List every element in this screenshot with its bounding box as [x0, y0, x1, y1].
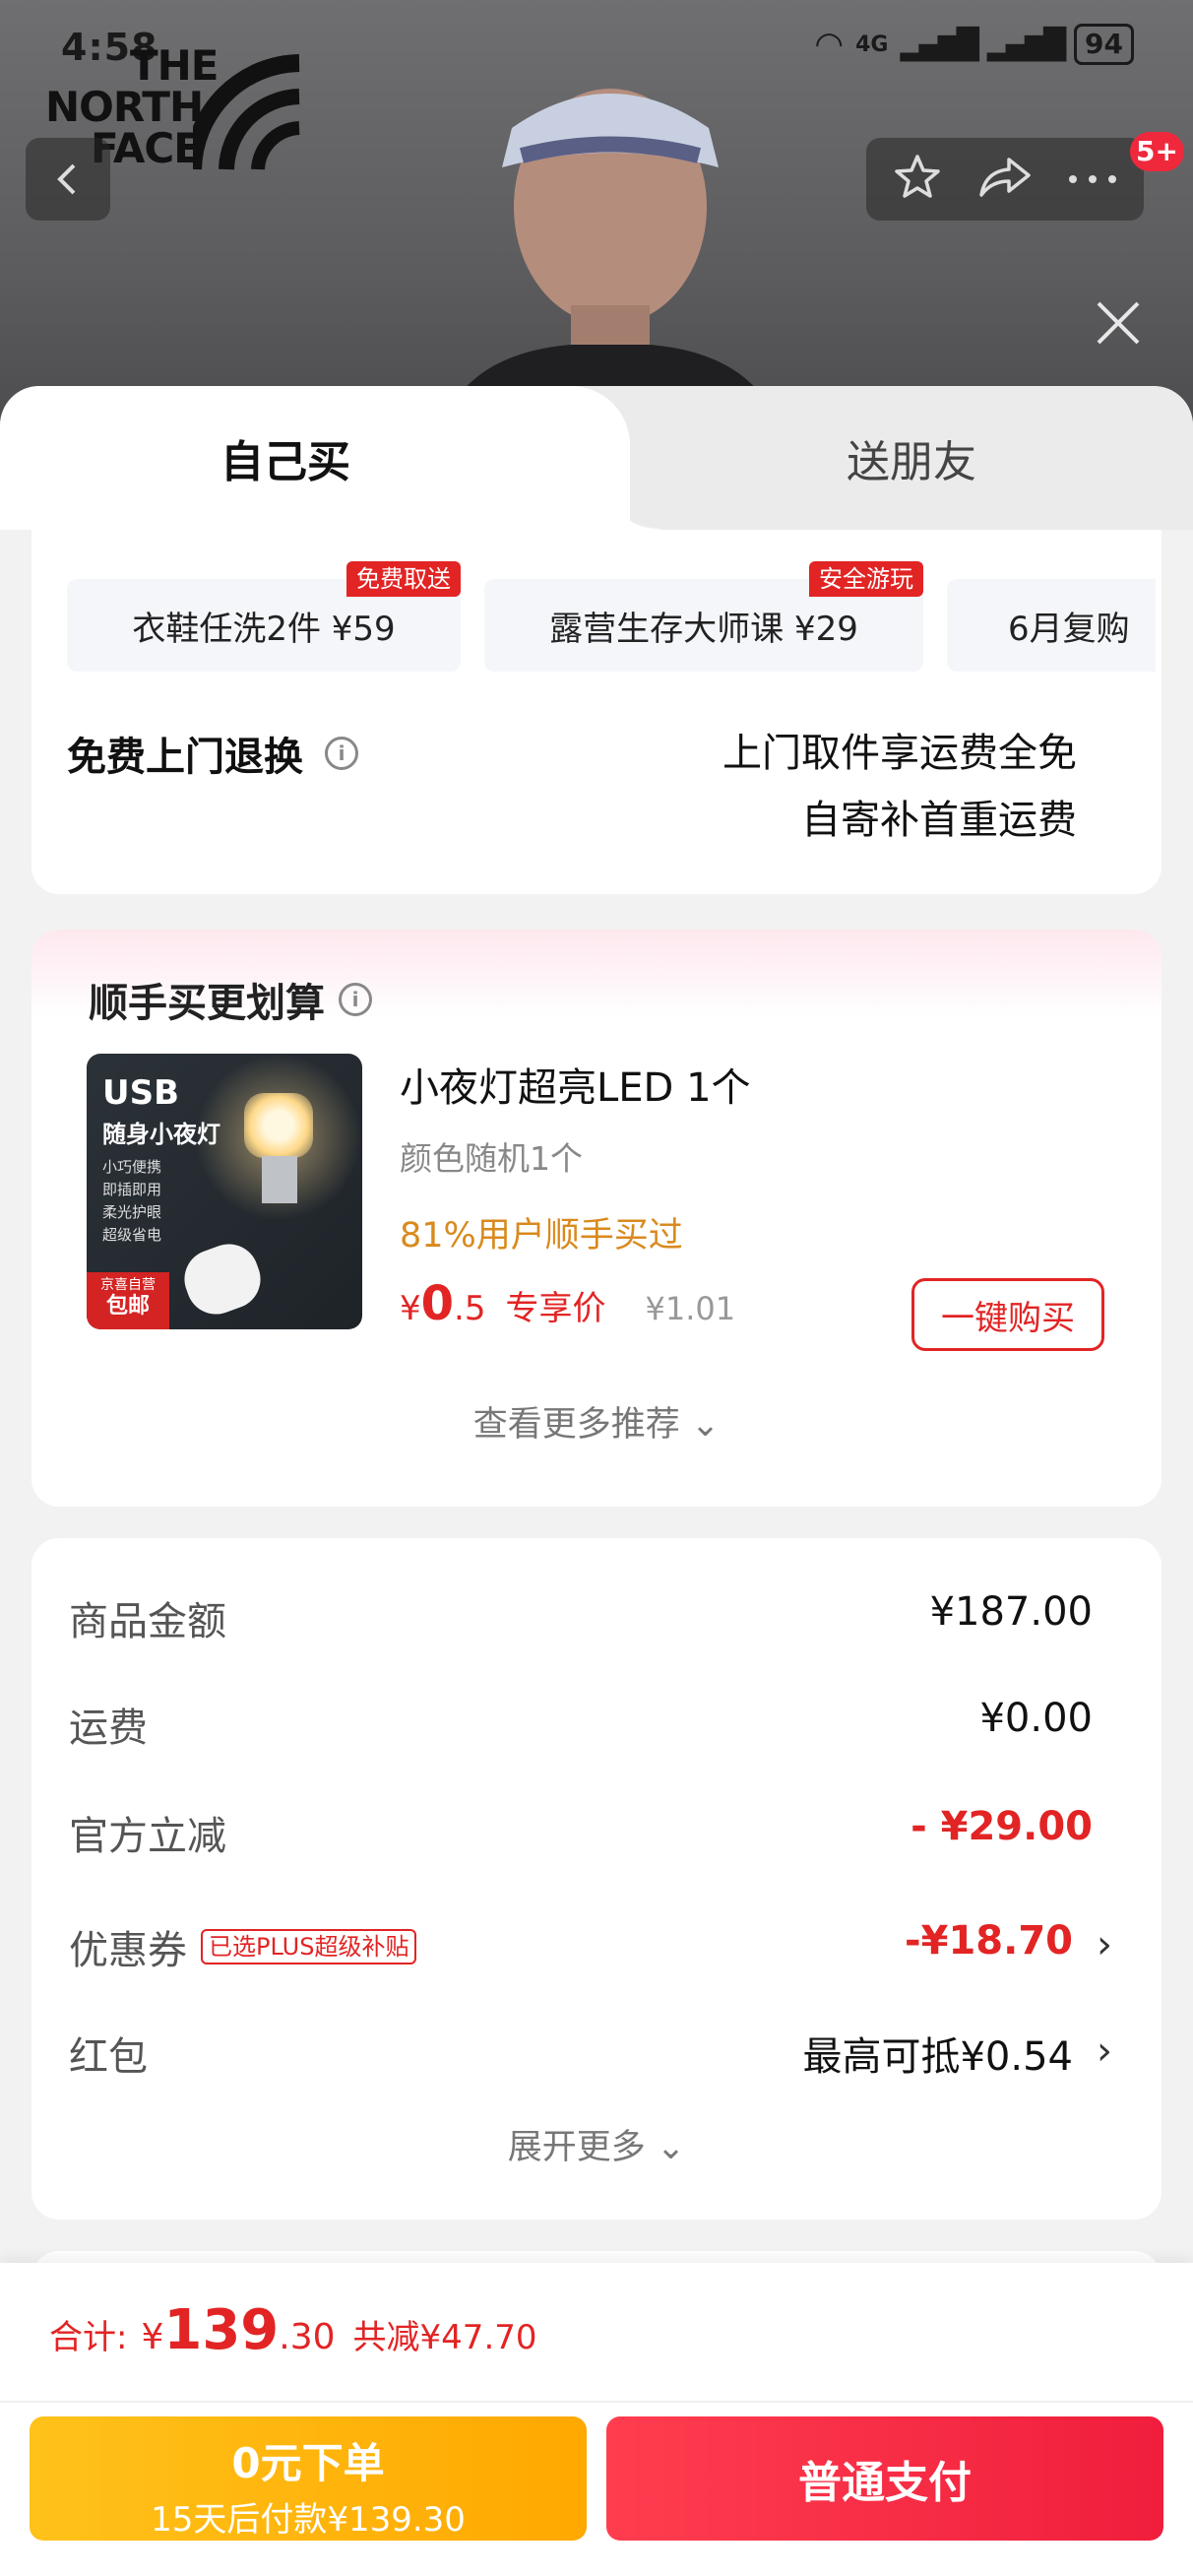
services-card: 衣鞋任洗2件 ¥59 免费取送 露营生存大师课 ¥29 安全游玩 6月复购 免费…: [31, 530, 1162, 894]
service-camping-label: 露营生存大师课 ¥29: [549, 609, 858, 649]
summary-row-shipping: 运费 ¥0.00: [69, 1696, 1093, 1751]
purchase-mode-tabs: 自己买 送朋友: [0, 386, 1193, 530]
addon-bought-stat: 81%用户顺手买过: [400, 1216, 683, 1256]
back-button[interactable]: [26, 138, 110, 221]
exclusive-price-label: 专享价: [505, 1289, 606, 1328]
image-shipping-tag: 京喜自营 包邮: [87, 1272, 169, 1329]
top-actions: [866, 138, 1144, 221]
pay-later-button[interactable]: 0元下单 15天后付款¥139.30: [30, 2416, 587, 2541]
chevron-right-icon: ›: [1097, 1922, 1112, 1967]
plus-subsidy-tag: 已选PLUS超级补贴: [201, 1929, 417, 1964]
free-return-line-1: 上门取件享运费全免: [722, 731, 1077, 776]
checkout-sheet: 自己买 送朋友 衣鞋任洗2件 ¥59 免费取送 露营生存大师课 ¥29 安全游玩…: [0, 386, 1193, 2576]
service-repurchase-label: 6月复购: [1008, 609, 1130, 649]
network-label: 4G: [855, 32, 889, 57]
one-click-buy-button[interactable]: 一键购买: [911, 1278, 1104, 1351]
image-features: 小巧便携 即插即用 柔光护眼 超级省电: [102, 1158, 162, 1244]
price-summary-card: 商品金额 ¥187.00 运费 ¥0.00 官方立减 - ¥29.00 优惠券 …: [31, 1538, 1162, 2220]
red-packet-value: 最高可抵¥0.54: [802, 2034, 1073, 2080]
favorite-button[interactable]: [892, 152, 943, 207]
logo-arcs-icon: [193, 54, 300, 170]
total-savings: 共减¥47.70: [352, 2318, 537, 2357]
chevron-right-icon: ›: [1097, 2029, 1112, 2074]
free-return-line-2: 自寄补首重运费: [801, 798, 1077, 843]
addon-product-spec: 颜色随机1个: [400, 1139, 583, 1178]
service-laundry-tag: 免费取送: [346, 561, 461, 597]
info-icon[interactable]: i: [339, 983, 372, 1016]
order-total: 合计: ¥ 139 .30 共减¥47.70: [49, 2298, 537, 2362]
service-laundry-label: 衣鞋任洗2件 ¥59: [132, 609, 396, 649]
chevron-left-icon: [57, 163, 76, 195]
chevron-down-icon: ⌄: [690, 1405, 721, 1445]
coupon-value: -¥18.70: [905, 1918, 1073, 1964]
image-usb-text: USB: [102, 1073, 180, 1113]
service-camping-tag: 安全游玩: [809, 561, 923, 597]
normal-pay-button[interactable]: 普通支付: [606, 2416, 1163, 2541]
summary-row-coupon[interactable]: 优惠券 已选PLUS超级补贴 -¥18.70 ›: [69, 1918, 1112, 1987]
free-return-title: 免费上门退换 i: [67, 725, 358, 782]
share-icon: [979, 158, 1031, 197]
image-subtitle: 随身小夜灯: [102, 1121, 220, 1148]
more-recommendations-link[interactable]: 查看更多推荐 ⌄: [31, 1396, 1162, 1447]
service-repurchase[interactable]: 6月复购: [947, 579, 1156, 672]
summary-row-official-discount: 官方立减 - ¥29.00: [69, 1804, 1093, 1859]
battery-indicator: 94: [1074, 24, 1134, 65]
message-count-badge: 5+: [1130, 132, 1184, 171]
more-dots-icon: [1069, 174, 1117, 183]
addon-product-image[interactable]: USB 随身小夜灯 小巧便携 即插即用 柔光护眼 超级省电 京喜自营 包邮: [87, 1054, 362, 1329]
tab-friend-label: 送朋友: [847, 437, 976, 487]
chevron-down-icon: ⌄: [656, 2128, 686, 2167]
star-icon: [894, 155, 940, 198]
subtotal-value: ¥187.00: [929, 1589, 1093, 1635]
free-return-label: 免费上门退换: [67, 735, 303, 780]
addon-price: ¥ 0 .5 专享价 ¥1.01: [400, 1276, 736, 1331]
status-icons: ◠ 4G ▂▄▆█ ▂▄▆█ 94: [814, 24, 1134, 65]
summary-row-subtotal: 商品金额 ¥187.00: [69, 1589, 1093, 1644]
tab-buy-for-self[interactable]: 自己买: [0, 386, 659, 530]
official-discount-value: - ¥29.00: [910, 1804, 1093, 1849]
addon-title: 顺手买更划算 i: [89, 971, 372, 1028]
info-icon[interactable]: i: [325, 737, 358, 770]
tab-self-label: 自己买: [220, 437, 350, 487]
addon-product-name[interactable]: 小夜灯超亮LED 1个: [400, 1056, 751, 1113]
signal-icon-2: ▂▄▆█: [986, 27, 1066, 62]
lamp-bulb-graphic: [244, 1093, 313, 1158]
addon-recommendation-card: 顺手买更划算 i USB 随身小夜灯 小巧便携 即插即用 柔光护眼 超级省电 京…: [31, 930, 1162, 1507]
share-button[interactable]: [977, 154, 1033, 205]
checkout-screen: 4:58 ◠ 4G ▂▄▆█ ▂▄▆█ 94 THE NORTH FACE 5+…: [0, 0, 1193, 2576]
service-options: 衣鞋任洗2件 ¥59 免费取送 露营生存大师课 ¥29 安全游玩 6月复购: [67, 561, 1156, 672]
addon-title-label: 顺手买更划算: [89, 981, 325, 1026]
signal-icon: ▂▄▆█: [900, 27, 978, 62]
checkout-footer: 合计: ¥ 139 .30 共减¥47.70 0元下单 15天后付款¥139.3…: [0, 2263, 1193, 2576]
close-icon[interactable]: [1093, 297, 1144, 349]
more-button[interactable]: [1067, 170, 1118, 189]
tab-gift-friend[interactable]: 送朋友: [630, 386, 1193, 530]
shipping-value: ¥0.00: [979, 1696, 1093, 1741]
wifi-icon: ◠: [814, 25, 845, 64]
summary-row-red-packet[interactable]: 红包 最高可抵¥0.54 ›: [69, 2025, 1112, 2093]
original-price: ¥1.01: [645, 1290, 736, 1327]
expand-more-link[interactable]: 展开更多 ⌄: [31, 2119, 1162, 2169]
